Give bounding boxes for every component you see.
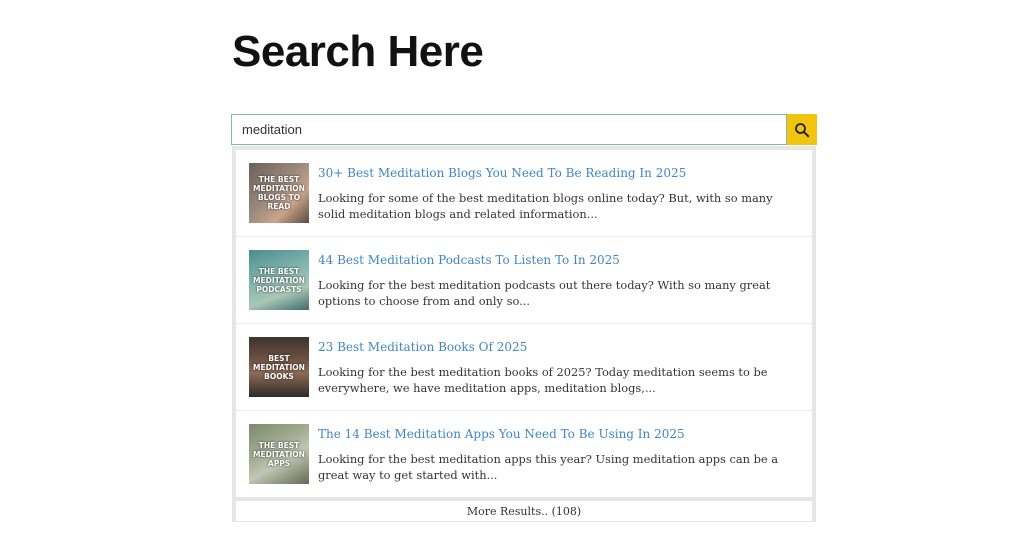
result-item[interactable]: THE BEST MEDITATION BLOGS TO READ 30+ Be… (236, 150, 812, 237)
result-excerpt: Looking for some of the best meditation … (318, 191, 773, 221)
search-bar (231, 114, 817, 145)
thumbnail-caption: BEST MEDITATION BOOKS (253, 353, 305, 381)
result-thumbnail[interactable]: BEST MEDITATION BOOKS (249, 337, 309, 397)
search-icon (795, 122, 810, 137)
result-title-link[interactable]: 30+ Best Meditation Blogs You Need To Be… (318, 165, 798, 181)
search-button[interactable] (787, 114, 817, 145)
thumbnail-caption: THE BEST MEDITATION PODCASTS (253, 266, 305, 294)
result-title-link[interactable]: 44 Best Meditation Podcasts To Listen To… (318, 252, 798, 268)
page-title: Search Here (232, 27, 484, 76)
more-results-link[interactable]: More Results.. (108) (236, 501, 812, 521)
result-item[interactable]: THE BEST MEDITATION PODCASTS 44 Best Med… (236, 237, 812, 324)
result-item[interactable]: THE BEST MEDITATION APPS The 14 Best Med… (236, 411, 812, 497)
result-title-link[interactable]: The 14 Best Meditation Apps You Need To … (318, 426, 798, 442)
result-thumbnail[interactable]: THE BEST MEDITATION BLOGS TO READ (249, 163, 309, 223)
result-text: The 14 Best Meditation Apps You Need To … (318, 424, 798, 497)
search-results-dropdown: THE BEST MEDITATION BLOGS TO READ 30+ Be… (232, 146, 816, 522)
result-text: 30+ Best Meditation Blogs You Need To Be… (318, 163, 798, 236)
result-text: 44 Best Meditation Podcasts To Listen To… (318, 250, 798, 323)
result-thumbnail[interactable]: THE BEST MEDITATION APPS (249, 424, 309, 484)
search-input[interactable] (231, 114, 787, 145)
result-excerpt: Looking for the best meditation books of… (318, 365, 768, 395)
results-list: THE BEST MEDITATION BLOGS TO READ 30+ Be… (236, 150, 812, 497)
result-item[interactable]: BEST MEDITATION BOOKS 23 Best Meditation… (236, 324, 812, 411)
result-excerpt: Looking for the best meditation apps thi… (318, 452, 779, 482)
thumbnail-caption: THE BEST MEDITATION BLOGS TO READ (253, 175, 305, 211)
thumbnail-caption: THE BEST MEDITATION APPS (253, 440, 305, 468)
result-text: 23 Best Meditation Books Of 2025 Looking… (318, 337, 798, 410)
result-excerpt: Looking for the best meditation podcasts… (318, 278, 771, 308)
result-title-link[interactable]: 23 Best Meditation Books Of 2025 (318, 339, 798, 355)
result-thumbnail[interactable]: THE BEST MEDITATION PODCASTS (249, 250, 309, 310)
